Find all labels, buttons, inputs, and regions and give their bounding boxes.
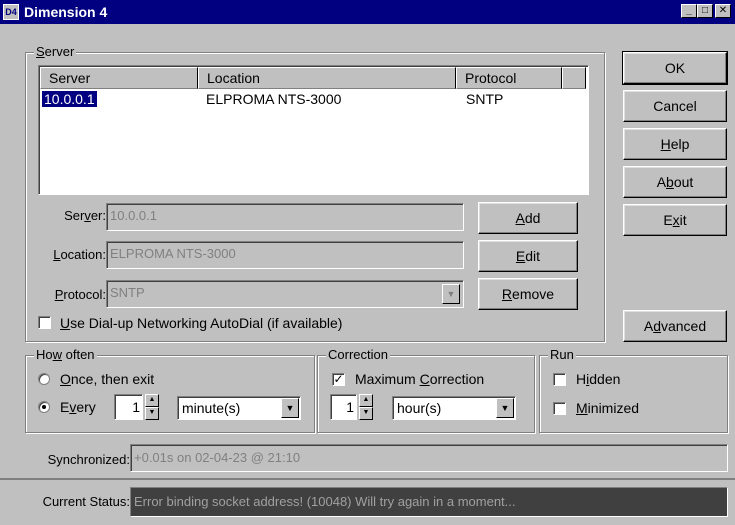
every-value-input[interactable]: 1 xyxy=(114,394,143,420)
spin-down-icon[interactable]: ▼ xyxy=(145,407,159,420)
protocol-select[interactable]: SNTP ▼ xyxy=(106,280,464,308)
run-group-label: Run xyxy=(548,347,576,363)
spin-down-icon[interactable]: ▼ xyxy=(359,407,373,420)
remove-button[interactable]: Remove xyxy=(478,278,578,310)
column-header-server[interactable]: Server xyxy=(40,67,198,89)
hidden-checkbox[interactable] xyxy=(553,373,566,386)
protocol-select-value: SNTP xyxy=(110,285,145,300)
current-status-value: Error binding socket address! (10048) Wi… xyxy=(134,494,516,509)
location-field-label: Location: xyxy=(53,247,106,262)
close-button[interactable]: ✕ xyxy=(715,4,731,18)
synchronized-value: +0.01s on 02-04-23 @ 21:10 xyxy=(134,450,301,465)
current-status-field: Error binding socket address! (10048) Wi… xyxy=(130,487,728,517)
server-field-value: 10.0.0.1 xyxy=(110,208,157,223)
location-field[interactable]: ELPROMA NTS-3000 xyxy=(106,241,464,269)
how-often-group: How often xyxy=(25,347,315,433)
every-radio[interactable] xyxy=(38,401,50,413)
dimension4-dialog: D4 Dimension 4 _ □ ✕ Server Server Locat… xyxy=(0,0,735,480)
once-radio[interactable] xyxy=(38,373,50,385)
protocol-field-label: Protocol: xyxy=(54,287,106,302)
how-often-group-label: How often xyxy=(34,347,97,363)
server-group-label: Server xyxy=(34,44,77,60)
column-header-protocol[interactable]: Protocol xyxy=(456,67,562,89)
run-group: Run xyxy=(539,347,728,433)
correction-group-label: Correction xyxy=(326,347,390,363)
every-spinner[interactable]: ▲ ▼ xyxy=(145,394,159,420)
exit-button[interactable]: Exit xyxy=(623,204,727,236)
hidden-checkbox-label[interactable]: Hidden xyxy=(576,371,620,387)
synchronized-field: +0.01s on 02-04-23 @ 21:10 xyxy=(130,444,728,472)
row-server-cell[interactable]: 10.0.0.1 xyxy=(41,90,98,108)
cancel-button[interactable]: Cancel xyxy=(623,90,727,122)
correction-spinner[interactable]: ▲ ▼ xyxy=(359,394,373,420)
correction-unit-value: hour(s) xyxy=(397,400,442,416)
app-icon[interactable]: D4 xyxy=(3,4,19,20)
minimized-checkbox-label[interactable]: Minimized xyxy=(576,400,639,416)
title-bar[interactable]: D4 Dimension 4 _ □ ✕ xyxy=(0,0,735,24)
once-radio-label[interactable]: Once, then exit xyxy=(60,371,154,387)
correction-value-input[interactable]: 1 xyxy=(330,394,357,420)
status-strip: Current Status: Error binding socket add… xyxy=(0,480,735,525)
current-status-label: Current Status: xyxy=(42,494,130,509)
minimize-button[interactable]: _ xyxy=(681,4,697,18)
column-header-blank xyxy=(562,67,586,89)
dialup-checkbox-label[interactable]: Use Dial-up Networking AutoDial (if avai… xyxy=(60,315,342,331)
row-location-cell[interactable]: ELPROMA NTS-3000 xyxy=(206,91,341,107)
about-button[interactable]: About xyxy=(623,166,727,198)
server-list[interactable]: Server Location Protocol 10.0.0.1 ELPROM… xyxy=(38,65,589,195)
dialup-checkbox[interactable] xyxy=(38,316,51,329)
chevron-down-icon[interactable]: ▼ xyxy=(496,398,514,418)
correction-unit-select[interactable]: hour(s) ▼ xyxy=(392,396,516,420)
chevron-down-icon[interactable]: ▼ xyxy=(442,284,460,304)
frequency-unit-select[interactable]: minute(s) ▼ xyxy=(177,396,301,420)
advanced-button[interactable]: Advanced xyxy=(623,310,727,342)
frequency-unit-value: minute(s) xyxy=(182,400,241,416)
column-header-location[interactable]: Location xyxy=(198,67,456,89)
max-correction-checkbox[interactable]: ✓ xyxy=(332,373,345,386)
edit-button[interactable]: Edit xyxy=(478,240,578,272)
help-button[interactable]: Help xyxy=(623,128,727,160)
server-field-label: Server: xyxy=(64,208,106,223)
every-radio-label[interactable]: Every xyxy=(60,399,96,415)
spin-up-icon[interactable]: ▲ xyxy=(359,394,373,407)
location-field-value: ELPROMA NTS-3000 xyxy=(110,246,236,261)
maximize-button[interactable]: □ xyxy=(697,4,713,18)
server-field[interactable]: 10.0.0.1 xyxy=(106,203,464,231)
row-protocol-cell[interactable]: SNTP xyxy=(466,91,503,107)
synchronized-label: Synchronized: xyxy=(47,452,130,467)
ok-button[interactable]: OK xyxy=(622,51,728,85)
spin-up-icon[interactable]: ▲ xyxy=(145,394,159,407)
max-correction-label[interactable]: Maximum Correction xyxy=(355,371,484,387)
chevron-down-icon[interactable]: ▼ xyxy=(281,398,299,418)
add-button[interactable]: Add xyxy=(478,202,578,234)
window-title: Dimension 4 xyxy=(24,4,108,20)
minimized-checkbox[interactable] xyxy=(553,402,566,415)
